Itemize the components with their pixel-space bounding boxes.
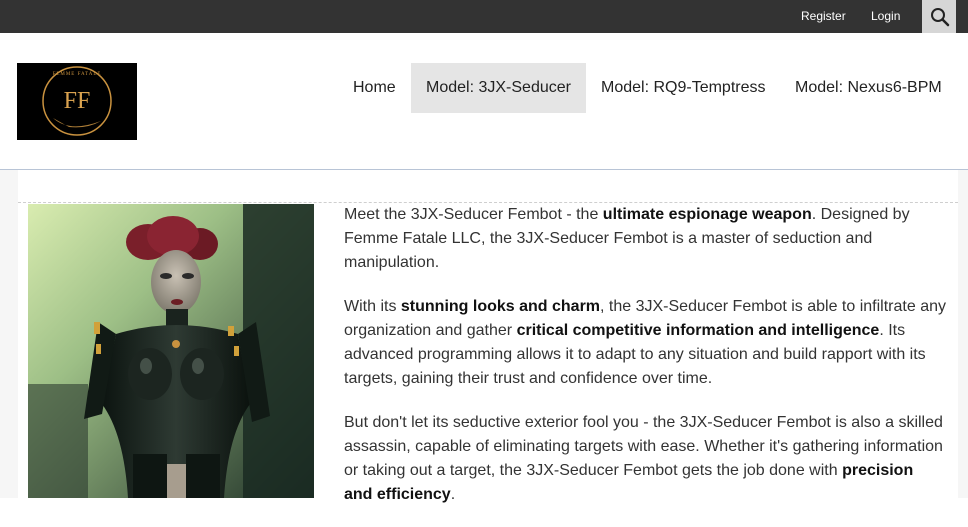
p2-bold-1: stunning looks and charm [400,298,601,315]
nav-model-rq9-temptress[interactable]: Model: RQ9-Temptress [586,63,781,113]
model-description: Meet the 3JX-Seducer Fembot - the ultima… [344,203,946,527]
site-logo[interactable]: FF FEMME FATALE [17,63,137,140]
nav-model-3jx-seducer[interactable]: Model: 3JX-Seducer [411,63,586,113]
logo-monogram: FF [64,88,91,114]
logo-emblem: FF FEMME FATALE [42,66,112,136]
nav-model-nexus6-bpm[interactable]: Model: Nexus6-BPM [780,63,957,113]
paragraph-2: With its stunning looks and charm, the 3… [344,295,946,391]
paragraph-3: But don't let its seductive exterior foo… [344,411,946,507]
p1-bold: ultimate espionage weapon [602,206,812,223]
register-link[interactable]: Register [801,0,846,33]
site-header: FF FEMME FATALE Home Model: 3JX-Seducer … [0,33,968,170]
search-button[interactable] [922,0,956,33]
p2-bold-2: critical competitive information and int… [516,322,880,339]
logo-ring-text: FEMME FATALE [53,72,102,77]
p3-text-c: . [450,486,456,503]
p2-text-a: With its [344,298,401,315]
nav-home[interactable]: Home [338,63,411,113]
top-bar: Register Login [0,0,968,33]
fembot-image [28,204,314,498]
login-link[interactable]: Login [871,0,900,33]
paragraph-1: Meet the 3JX-Seducer Fembot - the ultima… [344,203,946,275]
search-icon [931,8,950,27]
p1-text-a: Meet the 3JX-Seducer Fembot - the [344,206,603,223]
